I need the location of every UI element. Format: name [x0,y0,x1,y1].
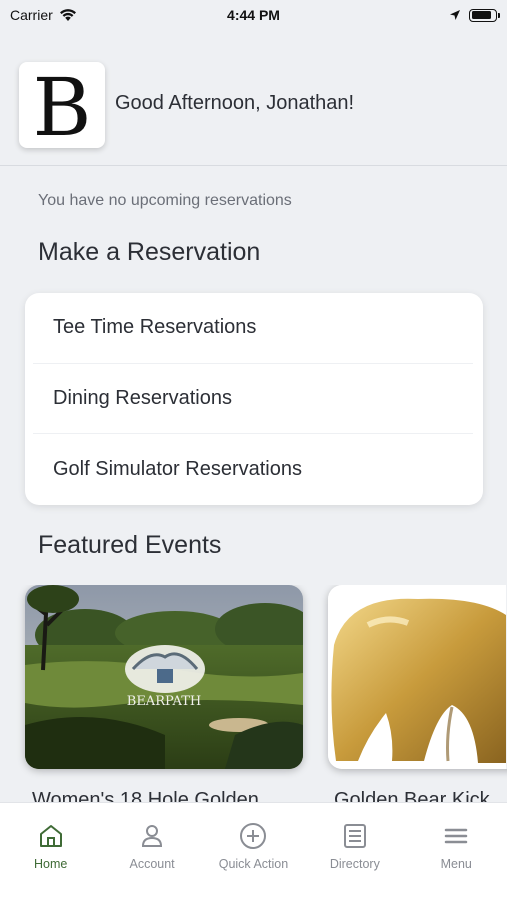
golf-simulator-reservations-item[interactable]: Golf Simulator Reservations [33,434,473,505]
header: B Good Afternoon, Jonathan! [0,62,507,166]
tab-menu[interactable]: Menu [406,821,506,900]
dining-reservations-item[interactable]: Dining Reservations [33,364,473,434]
battery-icon [469,8,500,22]
logo-letter: B [33,69,92,141]
carrier-label: Carrier [10,7,53,23]
tab-home-label: Home [34,857,68,871]
directory-icon [343,824,366,848]
location-arrow-icon [450,10,460,20]
tab-home[interactable]: Home [1,821,101,900]
make-reservation-title: Make a Reservation [38,238,261,266]
home-icon [39,825,62,847]
golf-course-image: BEARPATH [25,585,303,769]
status-right [449,8,500,22]
golden-bear-image [328,585,506,769]
event-card-womens-golden[interactable]: BEARPATH [25,585,303,769]
status-bar: Carrier 4:44 PM [0,0,507,30]
wifi-icon [59,9,76,21]
tab-quick-action-label: Quick Action [218,857,289,871]
club-logo-mark: B [33,69,92,141]
account-icon [142,825,163,847]
tab-menu-label: Menu [440,857,472,871]
tab-bar: Home Account Quick Action Directory Menu [0,802,507,900]
greeting-text: Good Afternoon, Jonathan! [115,92,355,114]
featured-events-title: Featured Events [38,531,222,559]
battery-level [471,11,492,19]
club-logo[interactable]: B [19,62,105,148]
tab-account[interactable]: Account [102,821,202,900]
status-left: Carrier [10,7,77,23]
bearpath-image-text: BEARPATH [127,694,201,709]
no-reservations-message: You have no upcoming reservations [38,192,292,209]
event-card-golden-bear[interactable] [328,585,507,769]
tab-directory[interactable]: Directory [305,821,405,900]
reservation-options-card: Tee Time Reservations Dining Reservation… [25,293,483,505]
menu-icon [445,828,468,844]
plus-circle-icon [240,823,267,849]
tee-time-reservations-item[interactable]: Tee Time Reservations [33,293,473,364]
tab-quick-action[interactable]: Quick Action [203,821,303,900]
tab-directory-label: Directory [329,857,380,871]
tab-account-label: Account [129,857,175,871]
featured-events-carousel[interactable]: BEARPATH Women's 18 Hole Golden Golden B… [0,585,507,805]
